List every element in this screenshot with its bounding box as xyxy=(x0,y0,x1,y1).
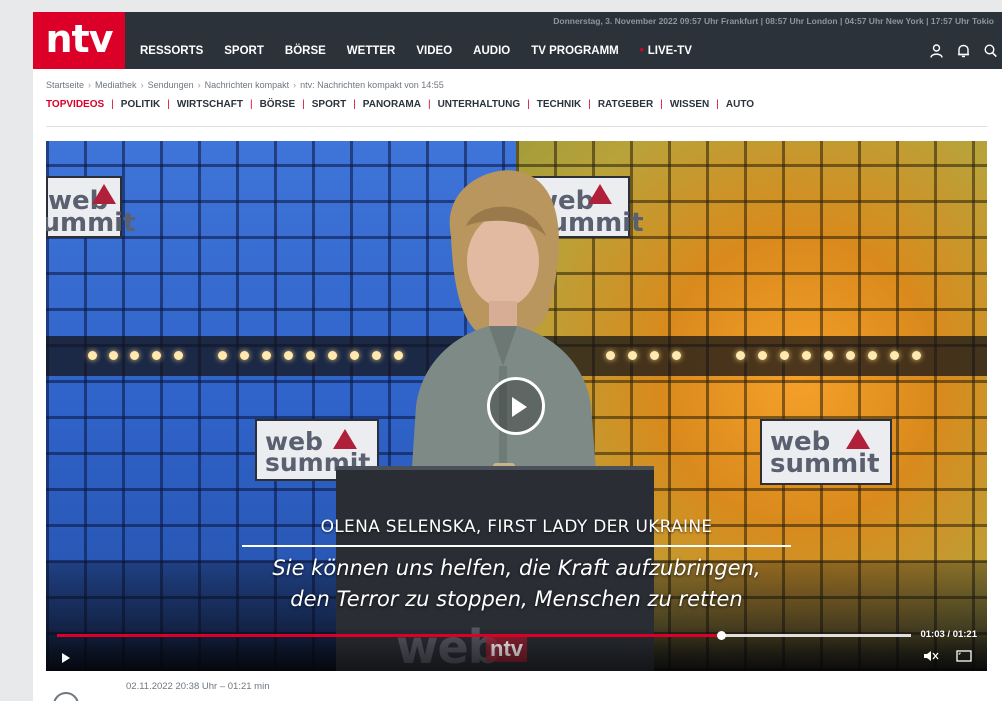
category-unterhaltung[interactable]: UNTERHALTUNG xyxy=(438,99,521,110)
stage-light xyxy=(240,351,249,360)
search-icon[interactable] xyxy=(982,43,998,59)
main-nav: RESSORTS SPORT BÖRSE WETTER VIDEO AUDIO TV PRO… xyxy=(140,45,713,57)
stage-light xyxy=(109,351,118,360)
breadcrumb-item: ntv: Nachrichten kompakt von 14:55 xyxy=(300,80,444,90)
category-sport[interactable]: SPORT xyxy=(312,99,346,110)
nav-item-ressorts[interactable]: RESSORTS xyxy=(140,45,203,57)
web-summit-sign-right-bottom: web summit xyxy=(760,419,892,485)
fullscreen-icon[interactable] xyxy=(956,650,972,662)
bell-icon[interactable] xyxy=(955,43,971,59)
stage-light xyxy=(672,351,681,360)
stage-light xyxy=(328,351,337,360)
breadcrumb: Startseite › Mediathek › Sendungen › Nachricht… xyxy=(46,80,444,90)
lower-third-divider xyxy=(242,545,791,547)
stage-light xyxy=(890,351,899,360)
category-wissen[interactable]: WISSEN xyxy=(670,99,709,110)
header-icons xyxy=(928,43,998,59)
stage-light xyxy=(284,351,293,360)
separator: | xyxy=(588,99,591,110)
stage-light xyxy=(350,351,359,360)
nav-item-tv-programm[interactable]: TV PROGRAMM xyxy=(531,45,619,57)
stage-light xyxy=(758,351,767,360)
separator: | xyxy=(660,99,663,110)
chevron-right-icon: › xyxy=(293,80,297,90)
live-dot-icon: • xyxy=(639,45,644,57)
play-overlay-button[interactable] xyxy=(487,377,545,435)
breadcrumb-item[interactable]: Nachrichten kompakt xyxy=(205,80,290,90)
stage-light xyxy=(650,351,659,360)
progress-handle[interactable] xyxy=(717,631,727,640)
stage-light xyxy=(262,351,271,360)
divider xyxy=(46,126,987,127)
stage-light xyxy=(912,351,921,360)
page: ntv Donnerstag, 3. November 2022 09:57 U… xyxy=(33,12,1002,701)
volume-muted-icon[interactable] xyxy=(923,649,939,663)
stage-light xyxy=(824,351,833,360)
separator: | xyxy=(353,99,356,110)
user-icon[interactable] xyxy=(928,43,944,59)
nav-item-video[interactable]: VIDEO xyxy=(416,45,452,57)
breadcrumb-item[interactable]: Startseite xyxy=(46,80,84,90)
chevron-right-icon: › xyxy=(140,80,144,90)
video-meta: 02.11.2022 20:38 Uhr – 01:21 min xyxy=(126,681,270,692)
stage-light xyxy=(152,351,161,360)
separator: | xyxy=(427,99,431,110)
separator: | xyxy=(716,99,719,110)
nav-item-börse[interactable]: BÖRSE xyxy=(285,45,326,57)
category-börse[interactable]: BÖRSE xyxy=(260,99,296,110)
separator: | xyxy=(111,99,114,110)
category-auto[interactable]: AUTO xyxy=(726,99,754,110)
nav-item-wetter[interactable]: WETTER xyxy=(347,45,396,57)
date-time-bar: Donnerstag, 3. November 2022 09:57 Uhr F… xyxy=(553,16,994,26)
stage-light xyxy=(218,351,227,360)
ntv-logo[interactable]: ntv xyxy=(33,12,125,69)
video-player[interactable]: websummit websummit websummit websummit xyxy=(46,141,987,671)
nav-item-live-tv[interactable]: • LIVE-TV xyxy=(640,45,692,57)
stage-light xyxy=(846,351,855,360)
stage-light xyxy=(736,351,745,360)
breadcrumb-item[interactable]: Sendungen xyxy=(148,80,194,90)
category-nav: TOPVIDEOS | POLITIK | WIRTSCHAFT | BÖRSE | SPORT… xyxy=(46,99,754,110)
stage-light xyxy=(868,351,877,360)
stage-light xyxy=(130,351,139,360)
separator: | xyxy=(249,99,253,110)
stage-light xyxy=(802,351,811,360)
category-panorama[interactable]: PANORAMA xyxy=(363,99,421,110)
category-topvideos[interactable]: TOPVIDEOS xyxy=(46,99,104,110)
site-header: ntv Donnerstag, 3. November 2022 09:57 U… xyxy=(33,12,1002,69)
play-icon[interactable] xyxy=(62,653,70,663)
stage-light xyxy=(780,351,789,360)
stage-light xyxy=(372,351,381,360)
chevron-right-icon: › xyxy=(88,80,92,90)
nav-item-audio[interactable]: AUDIO xyxy=(473,45,510,57)
progress-bar[interactable] xyxy=(57,631,911,640)
breadcrumb-item[interactable]: Mediathek xyxy=(95,80,137,90)
web-summit-sign-left-top: websummit xyxy=(46,176,136,238)
time-display: 01:03 / 01:21 xyxy=(920,629,977,640)
subtitle: Sie können uns helfen, die Kraft aufzubr… xyxy=(272,556,761,611)
separator: | xyxy=(302,99,305,110)
stage-light xyxy=(306,351,315,360)
nav-item-sport[interactable]: SPORT xyxy=(224,45,264,57)
chevron-right-icon: › xyxy=(197,80,201,90)
category-politik[interactable]: POLITIK xyxy=(121,99,160,110)
lower-third-name: OLENA SELENSKA, FIRST LADY DER UKRAINE xyxy=(320,517,713,537)
separator: | xyxy=(167,99,170,110)
player-controls: 01:03 / 01:21 xyxy=(46,627,987,671)
category-wirtschaft[interactable]: WIRTSCHAFT xyxy=(177,99,243,110)
separator: | xyxy=(527,99,530,110)
play-icon xyxy=(512,397,527,417)
category-ratgeber[interactable]: RATGEBER xyxy=(598,99,653,110)
category-technik[interactable]: TECHNIK xyxy=(537,99,581,110)
progress-fill xyxy=(57,634,722,637)
stage-light xyxy=(88,351,97,360)
share-icon[interactable] xyxy=(53,692,79,701)
stage-light xyxy=(174,351,183,360)
